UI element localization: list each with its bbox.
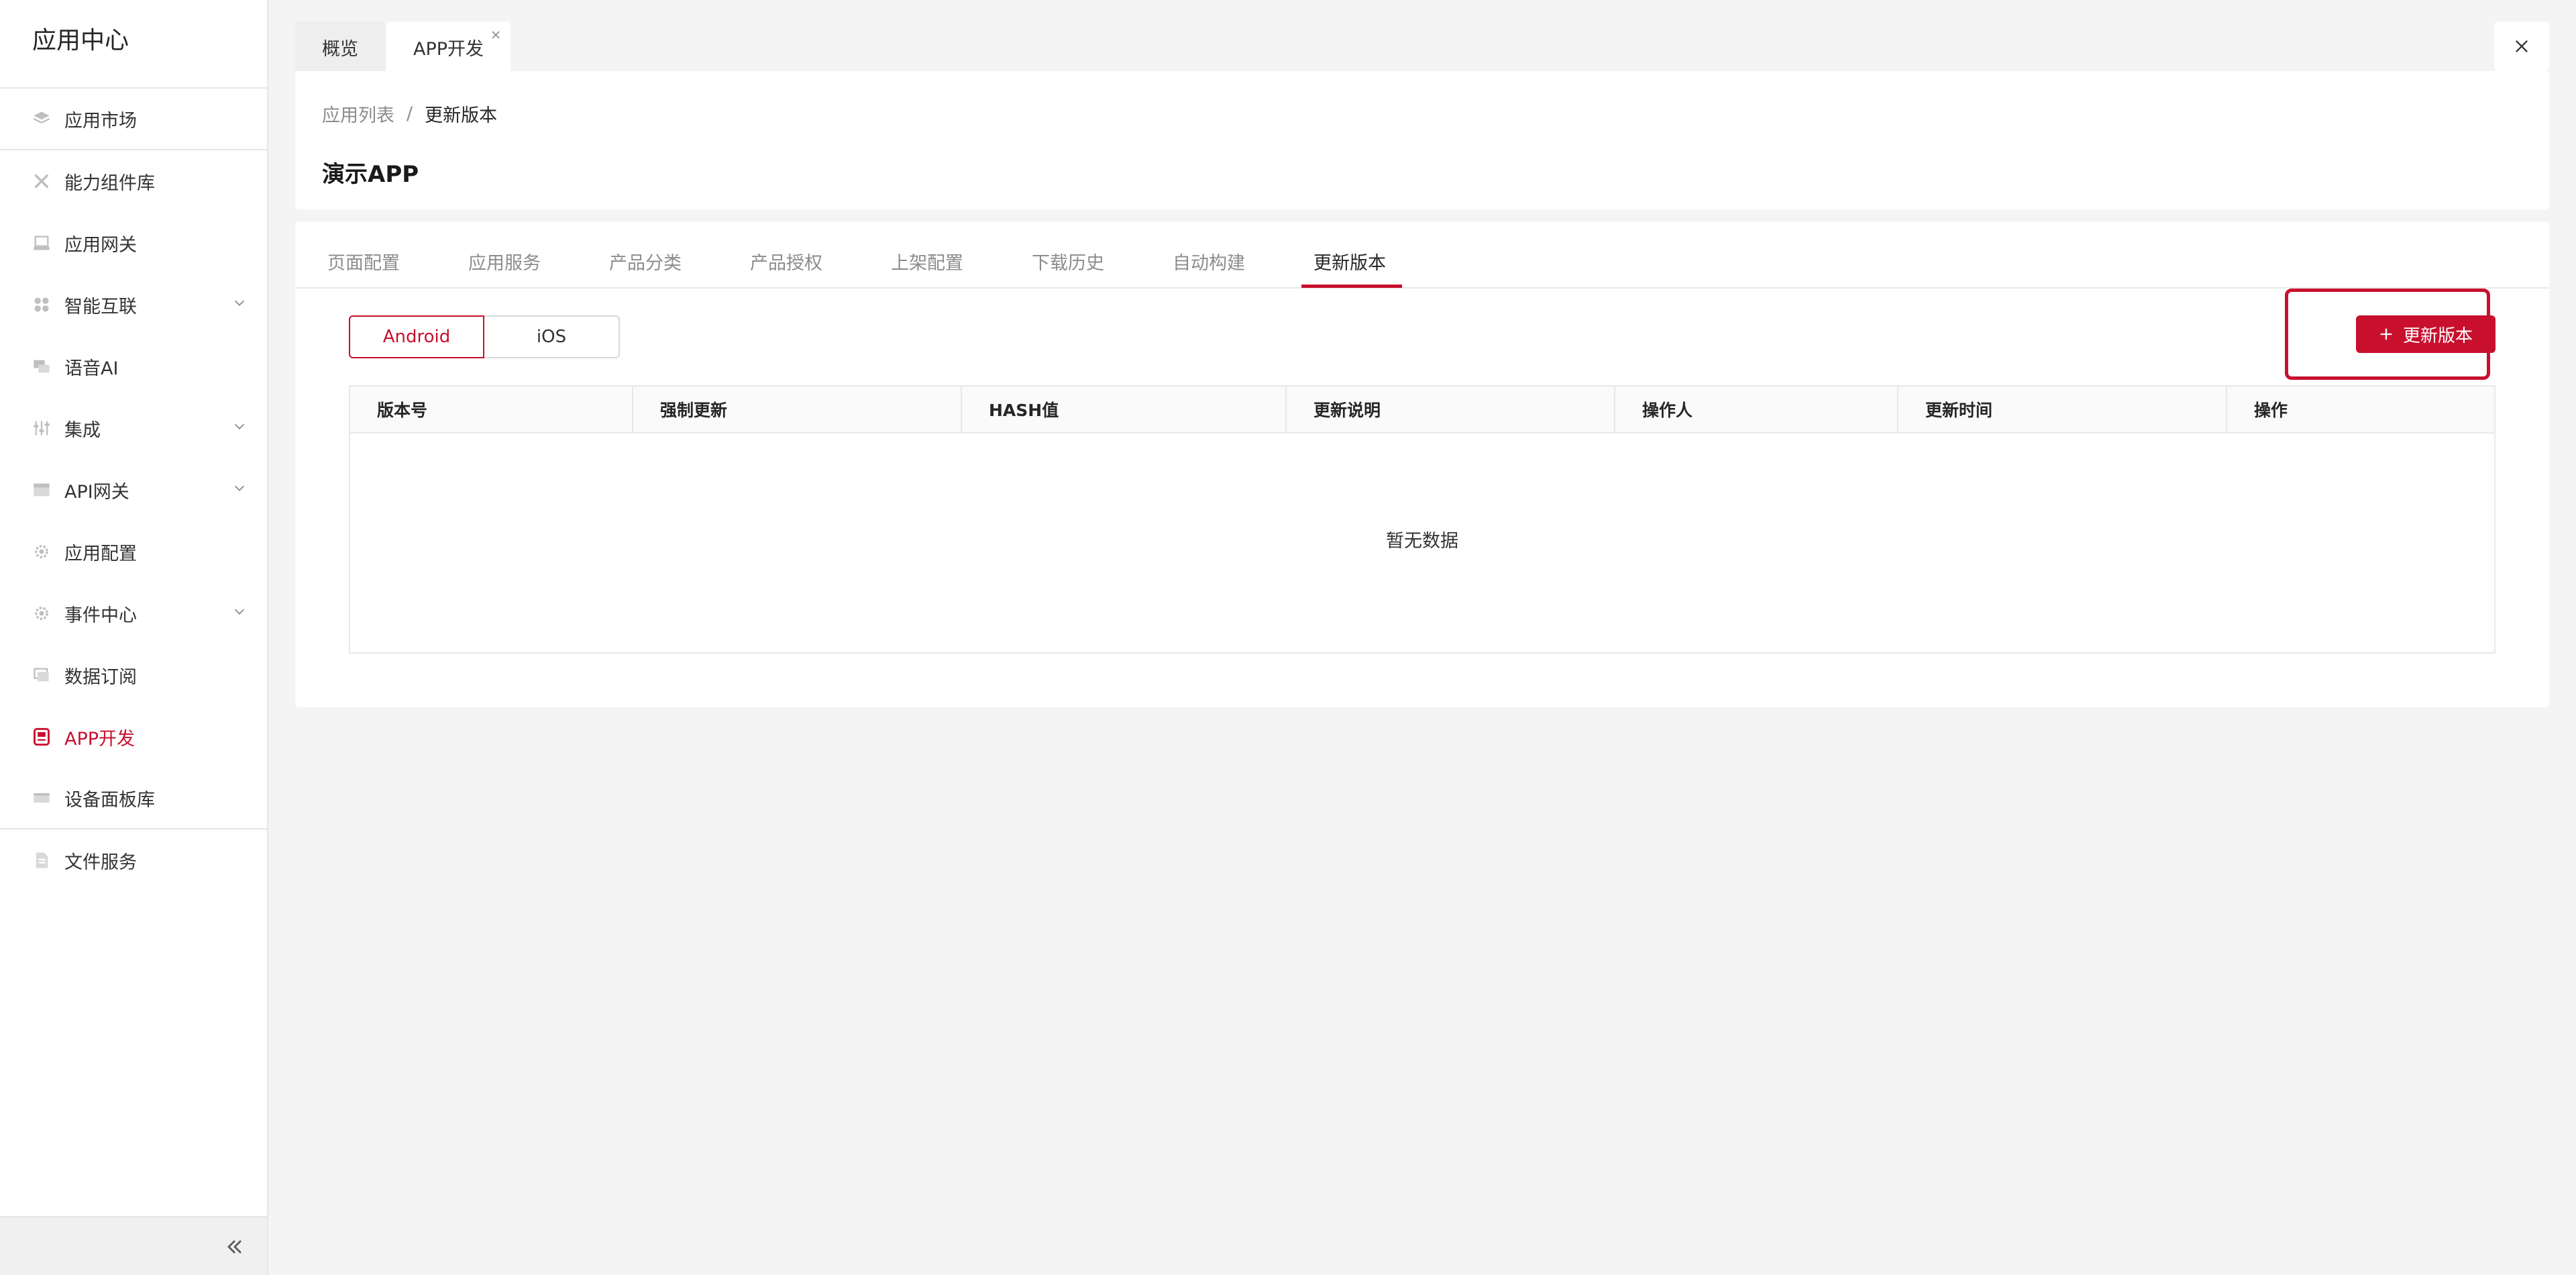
- close-icon: [2516, 40, 2528, 52]
- subtab-download-history[interactable]: 下载历史: [1032, 248, 1104, 274]
- gear-icon: [32, 542, 51, 561]
- sidebar-item-label: 智能互联: [64, 296, 137, 317]
- sidebar-item-label: 文件服务: [64, 852, 137, 873]
- sidebar-item-label: 集成: [64, 419, 101, 441]
- update-version-button[interactable]: 更新版本: [2356, 315, 2496, 353]
- file-icon: [32, 851, 51, 870]
- close-page-button[interactable]: [2494, 21, 2549, 71]
- gear-icon: [32, 604, 51, 623]
- tab-label: 概览: [322, 38, 358, 60]
- page-title: 演示APP: [322, 161, 419, 188]
- sidebar-item-device-panel[interactable]: 设备面板库: [0, 768, 267, 829]
- breadcrumb-separator: /: [407, 103, 413, 124]
- plus-icon: [2380, 328, 2392, 340]
- layers-icon: [32, 109, 51, 128]
- collapse-sidebar-icon[interactable]: [223, 1235, 247, 1259]
- tab-app-dev[interactable]: APP开发: [386, 21, 511, 72]
- sidebar-item-label: 应用市场: [64, 110, 137, 132]
- sidebar-item-data-subscription[interactable]: 数据订阅: [0, 644, 267, 706]
- chevron-down-icon: [234, 423, 245, 429]
- sidebar-item-component-library[interactable]: 能力组件库: [0, 150, 267, 212]
- subtab-listing-config[interactable]: 上架配置: [891, 248, 963, 274]
- sliders-icon: [32, 419, 51, 438]
- close-icon[interactable]: [489, 28, 502, 42]
- column-header-hash: HASH值: [961, 387, 1285, 432]
- column-header-actions: 操作: [2226, 387, 2494, 432]
- subtab-auto-build[interactable]: 自动构建: [1173, 248, 1245, 274]
- subtab-app-service[interactable]: 应用服务: [468, 248, 541, 274]
- column-header-version: 版本号: [377, 401, 428, 420]
- platform-switch: Android iOS: [349, 315, 620, 358]
- subtab-page-config[interactable]: 页面配置: [327, 248, 400, 274]
- column-header-force-update: 强制更新: [632, 387, 961, 432]
- sidebar-item-smart-connect[interactable]: 智能互联: [0, 274, 267, 336]
- sidebar-item-label: API网关: [64, 481, 129, 503]
- server-icon: [32, 480, 51, 499]
- column-header-update-time: 更新时间: [1897, 387, 2226, 432]
- table-empty-state: 暂无数据: [1386, 531, 1458, 552]
- grid-icon: [32, 295, 51, 314]
- sidebar-item-app-config[interactable]: 应用配置: [0, 521, 267, 582]
- column-header-operator: 操作人: [1614, 387, 1897, 432]
- page-tabbar: 概览 APP开发: [295, 21, 511, 72]
- gateway-icon: [32, 234, 51, 252]
- table-header: 版本号 强制更新 HASH值 更新说明 操作人 更新时间 操作: [350, 387, 2494, 434]
- sidebar-item-label: 应用网关: [64, 234, 137, 256]
- sidebar-item-voice-ai[interactable]: 语音AI: [0, 336, 267, 397]
- platform-ios-button[interactable]: iOS: [484, 315, 620, 358]
- sidebar: 应用中心 应用市场 能力组件库 应用网关 智能互联 语音AI 集成 API网关 …: [0, 0, 268, 1275]
- column-header-notes: 更新说明: [1285, 387, 1614, 432]
- sidebar-item-integration[interactable]: 集成: [0, 397, 267, 459]
- sidebar-item-label: 设备面板库: [64, 789, 155, 811]
- sidebar-item-label: APP开发: [64, 728, 136, 750]
- update-version-label: 更新版本: [2402, 325, 2473, 346]
- subtab-bar: 页面配置 应用服务 产品分类 产品授权 上架配置 下载历史 自动构建 更新版本: [295, 221, 2549, 289]
- version-table: 版本号 强制更新 HASH值 更新说明 操作人 更新时间 操作 暂无数据: [349, 385, 2496, 654]
- sidebar-item-label: 语音AI: [64, 358, 119, 379]
- chevron-down-icon: [234, 485, 245, 491]
- tab-overview[interactable]: 概览: [295, 21, 385, 72]
- sidebar-item-app-market[interactable]: 应用市场: [0, 89, 267, 150]
- chat-icon: [32, 357, 51, 376]
- sidebar-item-label: 事件中心: [64, 605, 137, 626]
- app-root: 应用中心 应用市场 能力组件库 应用网关 智能互联 语音AI 集成 API网关 …: [0, 0, 2576, 1275]
- sidebar-item-app-gateway[interactable]: 应用网关: [0, 212, 267, 274]
- platform-android-button[interactable]: Android: [349, 315, 484, 358]
- sidebar-title: 应用中心: [0, 0, 267, 89]
- chevron-down-icon: [234, 300, 245, 306]
- sidebar-nav: 应用市场 能力组件库 应用网关 智能互联 语音AI 集成 API网关 应用配置 …: [0, 89, 267, 891]
- sidebar-item-event-center[interactable]: 事件中心: [0, 582, 267, 644]
- sidebar-item-api-gateway[interactable]: API网关: [0, 459, 267, 521]
- sidebar-item-label: 应用配置: [64, 543, 137, 564]
- sidebar-item-app-dev[interactable]: APP开发: [0, 706, 267, 768]
- tab-label: APP开发: [413, 38, 484, 60]
- breadcrumb: 应用列表 / 更新版本: [322, 101, 497, 127]
- monitor-icon: [32, 666, 51, 684]
- panel-icon: [32, 788, 51, 807]
- sidebar-item-label: 数据订阅: [64, 666, 137, 688]
- chevron-down-icon: [234, 609, 245, 615]
- tools-icon: [32, 172, 51, 191]
- sidebar-item-label: 能力组件库: [64, 172, 155, 194]
- subtab-product-auth[interactable]: 产品授权: [750, 248, 822, 274]
- sidebar-footer: [0, 1216, 267, 1275]
- subtab-product-category[interactable]: 产品分类: [609, 248, 682, 274]
- subtab-active-indicator: [1301, 285, 1402, 288]
- content-card: 页面配置 应用服务 产品分类 产品授权 上架配置 下载历史 自动构建 更新版本 …: [295, 221, 2549, 707]
- app-icon: [32, 727, 51, 746]
- breadcrumb-app-list[interactable]: 应用列表: [322, 101, 394, 127]
- sidebar-item-file-service[interactable]: 文件服务: [0, 829, 267, 891]
- subtab-update-version[interactable]: 更新版本: [1313, 248, 1386, 274]
- page-header: 应用列表 / 更新版本 演示APP: [295, 71, 2549, 209]
- breadcrumb-current: 更新版本: [425, 105, 498, 126]
